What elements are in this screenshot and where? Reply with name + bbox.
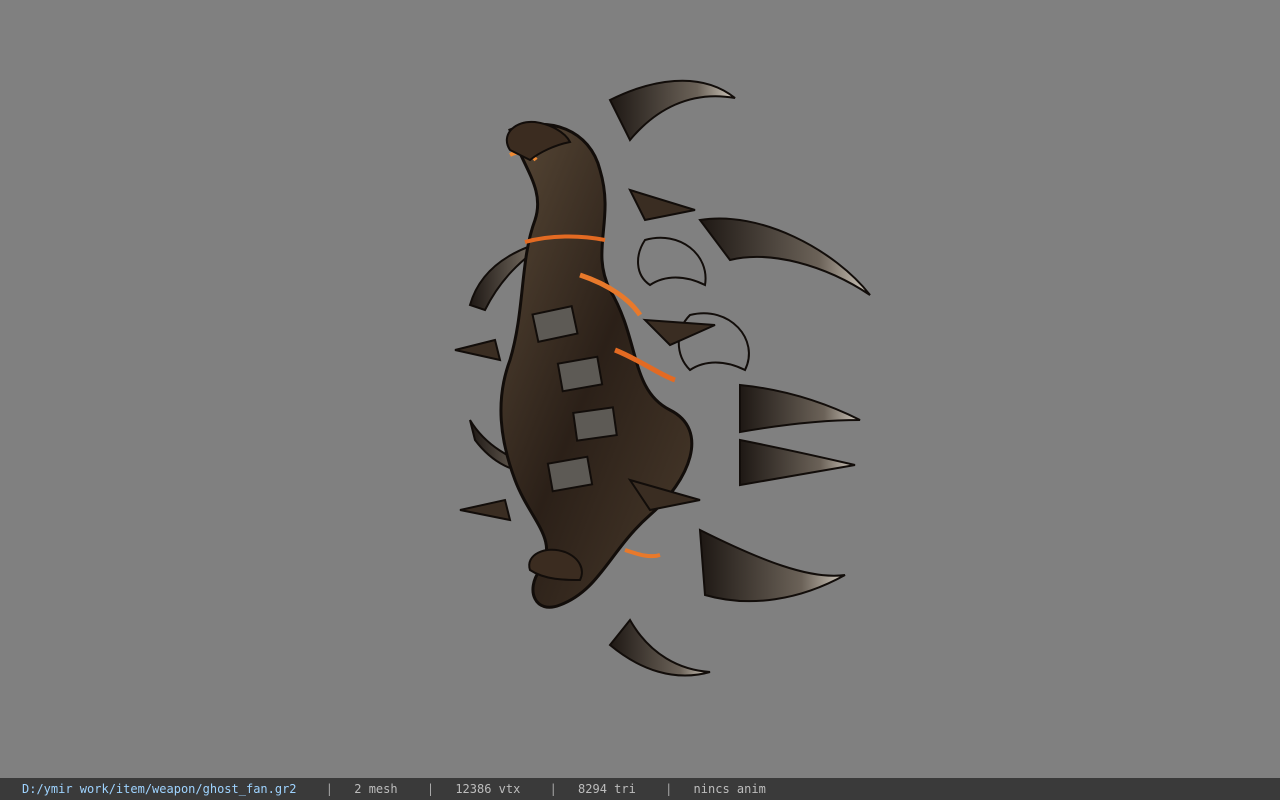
separator: | bbox=[549, 782, 557, 796]
separator: | bbox=[325, 782, 334, 796]
weapon-model-icon[interactable] bbox=[440, 60, 880, 690]
mesh-count: 2 mesh bbox=[354, 782, 398, 796]
separator: | bbox=[426, 782, 435, 796]
separator: | bbox=[665, 782, 673, 796]
animation-status: nincs anim bbox=[693, 782, 766, 796]
file-path: D:/ymir work/item/weapon/ghost_fan.gr2 bbox=[22, 782, 297, 796]
status-bar: D:/ymir work/item/weapon/ghost_fan.gr2 |… bbox=[0, 778, 1280, 800]
vertex-count: 12386 vtx bbox=[455, 782, 521, 796]
triangle-count: 8294 tri bbox=[578, 782, 636, 796]
3d-viewport[interactable] bbox=[0, 0, 1280, 778]
